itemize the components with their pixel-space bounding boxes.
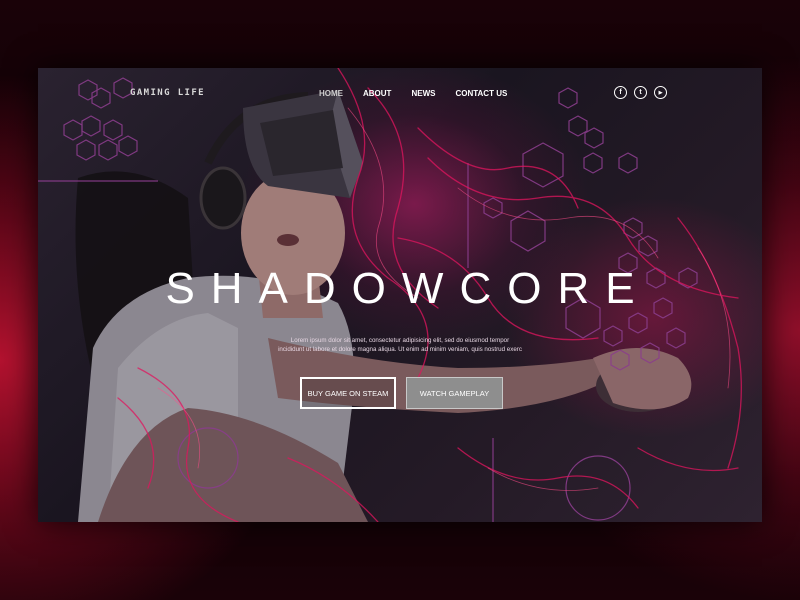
main-nav: HOME ABOUT NEWS CONTACT US — [319, 89, 507, 98]
nav-about[interactable]: ABOUT — [363, 89, 391, 98]
landing-page: GAMING LIFE HOME ABOUT NEWS CONTACT US f… — [38, 68, 762, 522]
nav-contact-us[interactable]: CONTACT US — [455, 89, 507, 98]
site-logo[interactable]: GAMING LIFE — [130, 88, 205, 98]
social-links: f t ▶ — [614, 86, 667, 99]
twitter-icon[interactable]: t — [634, 86, 647, 99]
youtube-icon[interactable]: ▶ — [654, 86, 667, 99]
buy-game-button[interactable]: BUY GAME ON STEAM — [300, 377, 396, 409]
nav-home[interactable]: HOME — [319, 89, 343, 98]
nav-news[interactable]: NEWS — [411, 89, 435, 98]
hero-description: Lorem ipsum dolor sit amet, consectetur … — [278, 337, 522, 353]
hero-title: SHADOWCORE — [165, 264, 651, 313]
facebook-icon[interactable]: f — [614, 86, 627, 99]
watch-gameplay-button[interactable]: WATCH GAMEPLAY — [406, 377, 503, 409]
